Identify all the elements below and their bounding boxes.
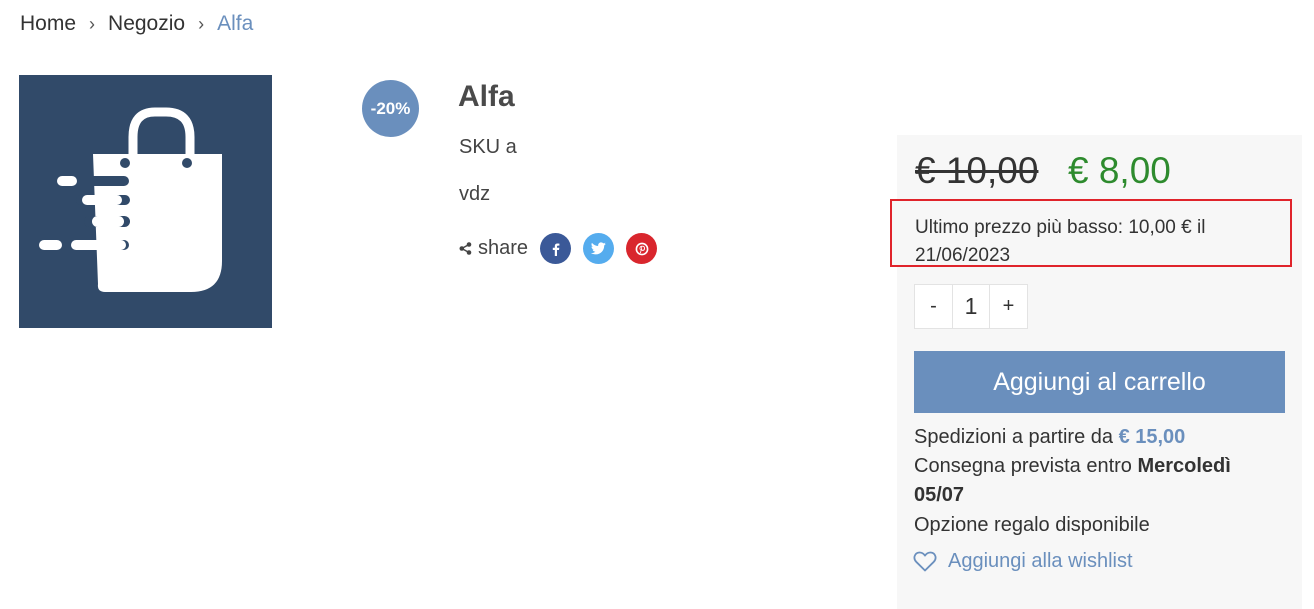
breadcrumb-home-link[interactable]: Home: [20, 12, 76, 36]
shipping-label: Spedizioni a partire da: [914, 426, 1119, 448]
pinterest-share-button[interactable]: [626, 233, 658, 264]
twitter-share-button[interactable]: [583, 233, 615, 264]
product-description: vdz: [459, 183, 491, 205]
shipping-price: € 15,00: [1118, 426, 1186, 448]
shopping-bag-icon: [39, 107, 222, 292]
breadcrumb-separator: ›: [198, 13, 205, 34]
facebook-icon: [552, 243, 559, 256]
quantity-input[interactable]: [952, 285, 990, 328]
discount-badge: -20%: [362, 80, 419, 137]
delivery-label: Consegna prevista entro: [914, 455, 1138, 477]
product-sku: SKU a: [459, 136, 517, 158]
breadcrumb-separator: ›: [89, 13, 96, 34]
pinterest-icon: [635, 242, 648, 255]
breadcrumb: Home › Negozio › Alfa: [20, 12, 253, 36]
share-icon: [459, 242, 472, 255]
breadcrumb-shop-link[interactable]: Negozio: [108, 12, 185, 36]
add-to-cart-button[interactable]: Aggiungi al carrello: [914, 351, 1285, 413]
product-title: Alfa: [458, 80, 515, 113]
quantity-stepper: - +: [914, 284, 1028, 329]
quantity-increase-button[interactable]: +: [990, 285, 1027, 328]
shipping-info: Spedizioni a partire da € 15,00: [914, 423, 1289, 452]
share-label: share: [478, 237, 529, 259]
quantity-decrease-button[interactable]: -: [915, 285, 952, 328]
share-bar: share: [459, 233, 669, 264]
breadcrumb-current: Alfa: [217, 12, 254, 35]
twitter-icon: [591, 242, 606, 255]
product-image[interactable]: [19, 75, 272, 328]
lowest-price-notice: Ultimo prezzo più basso: 10,00 € il 21/0…: [890, 199, 1292, 267]
add-to-wishlist-link[interactable]: Aggiungi alla wishlist: [913, 550, 1133, 573]
gift-option: Opzione regalo disponibile: [914, 514, 1150, 536]
old-price: € 10,00: [915, 150, 1039, 191]
wishlist-label: Aggiungi alla wishlist: [948, 550, 1133, 572]
sale-price: € 8,00: [1068, 150, 1171, 191]
heart-icon: [913, 551, 937, 572]
delivery-info: Consegna prevista entro Mercoledì 05/07: [914, 452, 1284, 510]
facebook-share-button[interactable]: [540, 233, 572, 264]
